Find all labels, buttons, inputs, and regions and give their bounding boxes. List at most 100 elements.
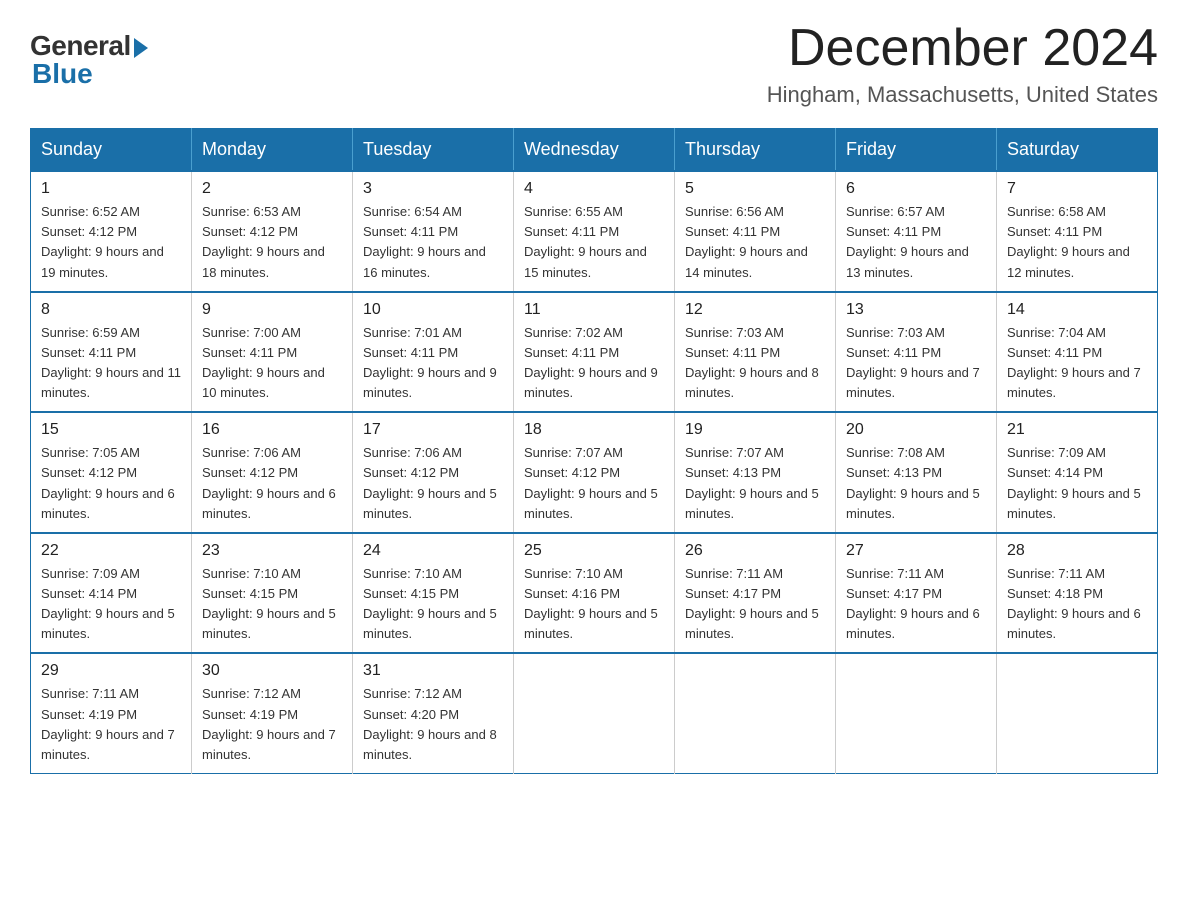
day-info: Sunrise: 7:11 AMSunset: 4:18 PMDaylight:…: [1007, 564, 1147, 645]
day-info: Sunrise: 7:03 AMSunset: 4:11 PMDaylight:…: [685, 323, 825, 404]
day-number: 1: [41, 180, 181, 198]
calendar-header-thursday: Thursday: [675, 129, 836, 172]
calendar-week-row: 15 Sunrise: 7:05 AMSunset: 4:12 PMDayligh…: [31, 412, 1158, 533]
title-block: December 2024 Hingham, Massachusetts, Un…: [767, 20, 1158, 108]
day-number: 21: [1007, 421, 1147, 439]
logo-blue-text: Blue: [30, 58, 93, 90]
day-number: 28: [1007, 542, 1147, 560]
day-info: Sunrise: 7:09 AMSunset: 4:14 PMDaylight:…: [41, 564, 181, 645]
day-number: 22: [41, 542, 181, 560]
calendar-cell: 11 Sunrise: 7:02 AMSunset: 4:11 PMDayligh…: [514, 292, 675, 413]
day-info: Sunrise: 7:11 AMSunset: 4:19 PMDaylight:…: [41, 684, 181, 765]
day-info: Sunrise: 6:58 AMSunset: 4:11 PMDaylight:…: [1007, 202, 1147, 283]
day-number: 25: [524, 542, 664, 560]
calendar-cell: 15 Sunrise: 7:05 AMSunset: 4:12 PMDayligh…: [31, 412, 192, 533]
day-info: Sunrise: 7:06 AMSunset: 4:12 PMDaylight:…: [202, 443, 342, 524]
day-info: Sunrise: 7:11 AMSunset: 4:17 PMDaylight:…: [846, 564, 986, 645]
day-number: 13: [846, 301, 986, 319]
day-number: 31: [363, 662, 503, 680]
calendar-cell: 5Sunrise: 6:56 AMSunset: 4:11 PMDaylight…: [675, 171, 836, 292]
calendar-header-saturday: Saturday: [997, 129, 1158, 172]
calendar-header-friday: Friday: [836, 129, 997, 172]
day-number: 9: [202, 301, 342, 319]
day-info: Sunrise: 7:08 AMSunset: 4:13 PMDaylight:…: [846, 443, 986, 524]
day-number: 20: [846, 421, 986, 439]
calendar-cell: 28 Sunrise: 7:11 AMSunset: 4:18 PMDayligh…: [997, 533, 1158, 654]
calendar-cell: 24 Sunrise: 7:10 AMSunset: 4:15 PMDayligh…: [353, 533, 514, 654]
day-info: Sunrise: 7:12 AMSunset: 4:19 PMDaylight:…: [202, 684, 342, 765]
calendar-week-row: 29Sunrise: 7:11 AMSunset: 4:19 PMDayligh…: [31, 653, 1158, 773]
calendar-cell: [997, 653, 1158, 773]
day-number: 15: [41, 421, 181, 439]
logo-arrow-icon: [134, 38, 148, 58]
day-number: 27: [846, 542, 986, 560]
logo: General Blue: [30, 30, 148, 90]
calendar-cell: 13 Sunrise: 7:03 AMSunset: 4:11 PMDayligh…: [836, 292, 997, 413]
day-number: 10: [363, 301, 503, 319]
calendar-cell: 7Sunrise: 6:58 AMSunset: 4:11 PMDaylight…: [997, 171, 1158, 292]
day-number: 16: [202, 421, 342, 439]
day-info: Sunrise: 7:01 AMSunset: 4:11 PMDaylight:…: [363, 323, 503, 404]
day-info: Sunrise: 6:59 AMSunset: 4:11 PMDaylight:…: [41, 323, 181, 404]
day-info: Sunrise: 7:02 AMSunset: 4:11 PMDaylight:…: [524, 323, 664, 404]
calendar-cell: [836, 653, 997, 773]
day-number: 24: [363, 542, 503, 560]
calendar-cell: 12Sunrise: 7:03 AMSunset: 4:11 PMDayligh…: [675, 292, 836, 413]
day-info: Sunrise: 6:52 AMSunset: 4:12 PMDaylight:…: [41, 202, 181, 283]
day-info: Sunrise: 6:56 AMSunset: 4:11 PMDaylight:…: [685, 202, 825, 283]
day-info: Sunrise: 7:11 AMSunset: 4:17 PMDaylight:…: [685, 564, 825, 645]
calendar-cell: [675, 653, 836, 773]
day-number: 30: [202, 662, 342, 680]
day-number: 14: [1007, 301, 1147, 319]
day-info: Sunrise: 6:55 AMSunset: 4:11 PMDaylight:…: [524, 202, 664, 283]
calendar-cell: 8 Sunrise: 6:59 AMSunset: 4:11 PMDaylight…: [31, 292, 192, 413]
day-info: Sunrise: 7:12 AMSunset: 4:20 PMDaylight:…: [363, 684, 503, 765]
calendar-cell: 6Sunrise: 6:57 AMSunset: 4:11 PMDaylight…: [836, 171, 997, 292]
day-number: 2: [202, 180, 342, 198]
day-info: Sunrise: 7:10 AMSunset: 4:16 PMDaylight:…: [524, 564, 664, 645]
day-number: 19: [685, 421, 825, 439]
page-header: General Blue December 2024 Hingham, Mass…: [30, 20, 1158, 108]
calendar-cell: 16 Sunrise: 7:06 AMSunset: 4:12 PMDayligh…: [192, 412, 353, 533]
day-number: 23: [202, 542, 342, 560]
calendar-cell: 9 Sunrise: 7:00 AMSunset: 4:11 PMDaylight…: [192, 292, 353, 413]
day-number: 6: [846, 180, 986, 198]
calendar-week-row: 22 Sunrise: 7:09 AMSunset: 4:14 PMDayligh…: [31, 533, 1158, 654]
calendar-cell: 3 Sunrise: 6:54 AMSunset: 4:11 PMDaylight…: [353, 171, 514, 292]
calendar-header-sunday: Sunday: [31, 129, 192, 172]
day-info: Sunrise: 7:07 AMSunset: 4:13 PMDaylight:…: [685, 443, 825, 524]
day-info: Sunrise: 7:03 AMSunset: 4:11 PMDaylight:…: [846, 323, 986, 404]
calendar-header-tuesday: Tuesday: [353, 129, 514, 172]
day-info: Sunrise: 7:00 AMSunset: 4:11 PMDaylight:…: [202, 323, 342, 404]
day-info: Sunrise: 6:54 AMSunset: 4:11 PMDaylight:…: [363, 202, 503, 283]
calendar-cell: 29Sunrise: 7:11 AMSunset: 4:19 PMDayligh…: [31, 653, 192, 773]
day-number: 26: [685, 542, 825, 560]
day-info: Sunrise: 7:10 AMSunset: 4:15 PMDaylight:…: [363, 564, 503, 645]
calendar-week-row: 1 Sunrise: 6:52 AMSunset: 4:12 PMDaylight…: [31, 171, 1158, 292]
calendar-cell: 1 Sunrise: 6:52 AMSunset: 4:12 PMDaylight…: [31, 171, 192, 292]
day-number: 3: [363, 180, 503, 198]
calendar-cell: 14 Sunrise: 7:04 AMSunset: 4:11 PMDayligh…: [997, 292, 1158, 413]
day-info: Sunrise: 7:09 AMSunset: 4:14 PMDaylight:…: [1007, 443, 1147, 524]
calendar-cell: 26 Sunrise: 7:11 AMSunset: 4:17 PMDayligh…: [675, 533, 836, 654]
calendar-week-row: 8 Sunrise: 6:59 AMSunset: 4:11 PMDaylight…: [31, 292, 1158, 413]
calendar-cell: 2Sunrise: 6:53 AMSunset: 4:12 PMDaylight…: [192, 171, 353, 292]
day-number: 4: [524, 180, 664, 198]
calendar-cell: 19 Sunrise: 7:07 AMSunset: 4:13 PMDayligh…: [675, 412, 836, 533]
calendar-cell: 30 Sunrise: 7:12 AMSunset: 4:19 PMDayligh…: [192, 653, 353, 773]
day-number: 11: [524, 301, 664, 319]
calendar-cell: 20 Sunrise: 7:08 AMSunset: 4:13 PMDayligh…: [836, 412, 997, 533]
calendar-cell: 22 Sunrise: 7:09 AMSunset: 4:14 PMDayligh…: [31, 533, 192, 654]
day-info: Sunrise: 7:04 AMSunset: 4:11 PMDaylight:…: [1007, 323, 1147, 404]
day-number: 17: [363, 421, 503, 439]
calendar-cell: 17 Sunrise: 7:06 AMSunset: 4:12 PMDayligh…: [353, 412, 514, 533]
day-number: 8: [41, 301, 181, 319]
calendar-cell: [514, 653, 675, 773]
day-info: Sunrise: 7:06 AMSunset: 4:12 PMDaylight:…: [363, 443, 503, 524]
day-info: Sunrise: 7:05 AMSunset: 4:12 PMDaylight:…: [41, 443, 181, 524]
calendar-cell: 21 Sunrise: 7:09 AMSunset: 4:14 PMDayligh…: [997, 412, 1158, 533]
calendar-cell: 4 Sunrise: 6:55 AMSunset: 4:11 PMDaylight…: [514, 171, 675, 292]
calendar-cell: 10 Sunrise: 7:01 AMSunset: 4:11 PMDayligh…: [353, 292, 514, 413]
calendar-cell: 25 Sunrise: 7:10 AMSunset: 4:16 PMDayligh…: [514, 533, 675, 654]
calendar-header-wednesday: Wednesday: [514, 129, 675, 172]
